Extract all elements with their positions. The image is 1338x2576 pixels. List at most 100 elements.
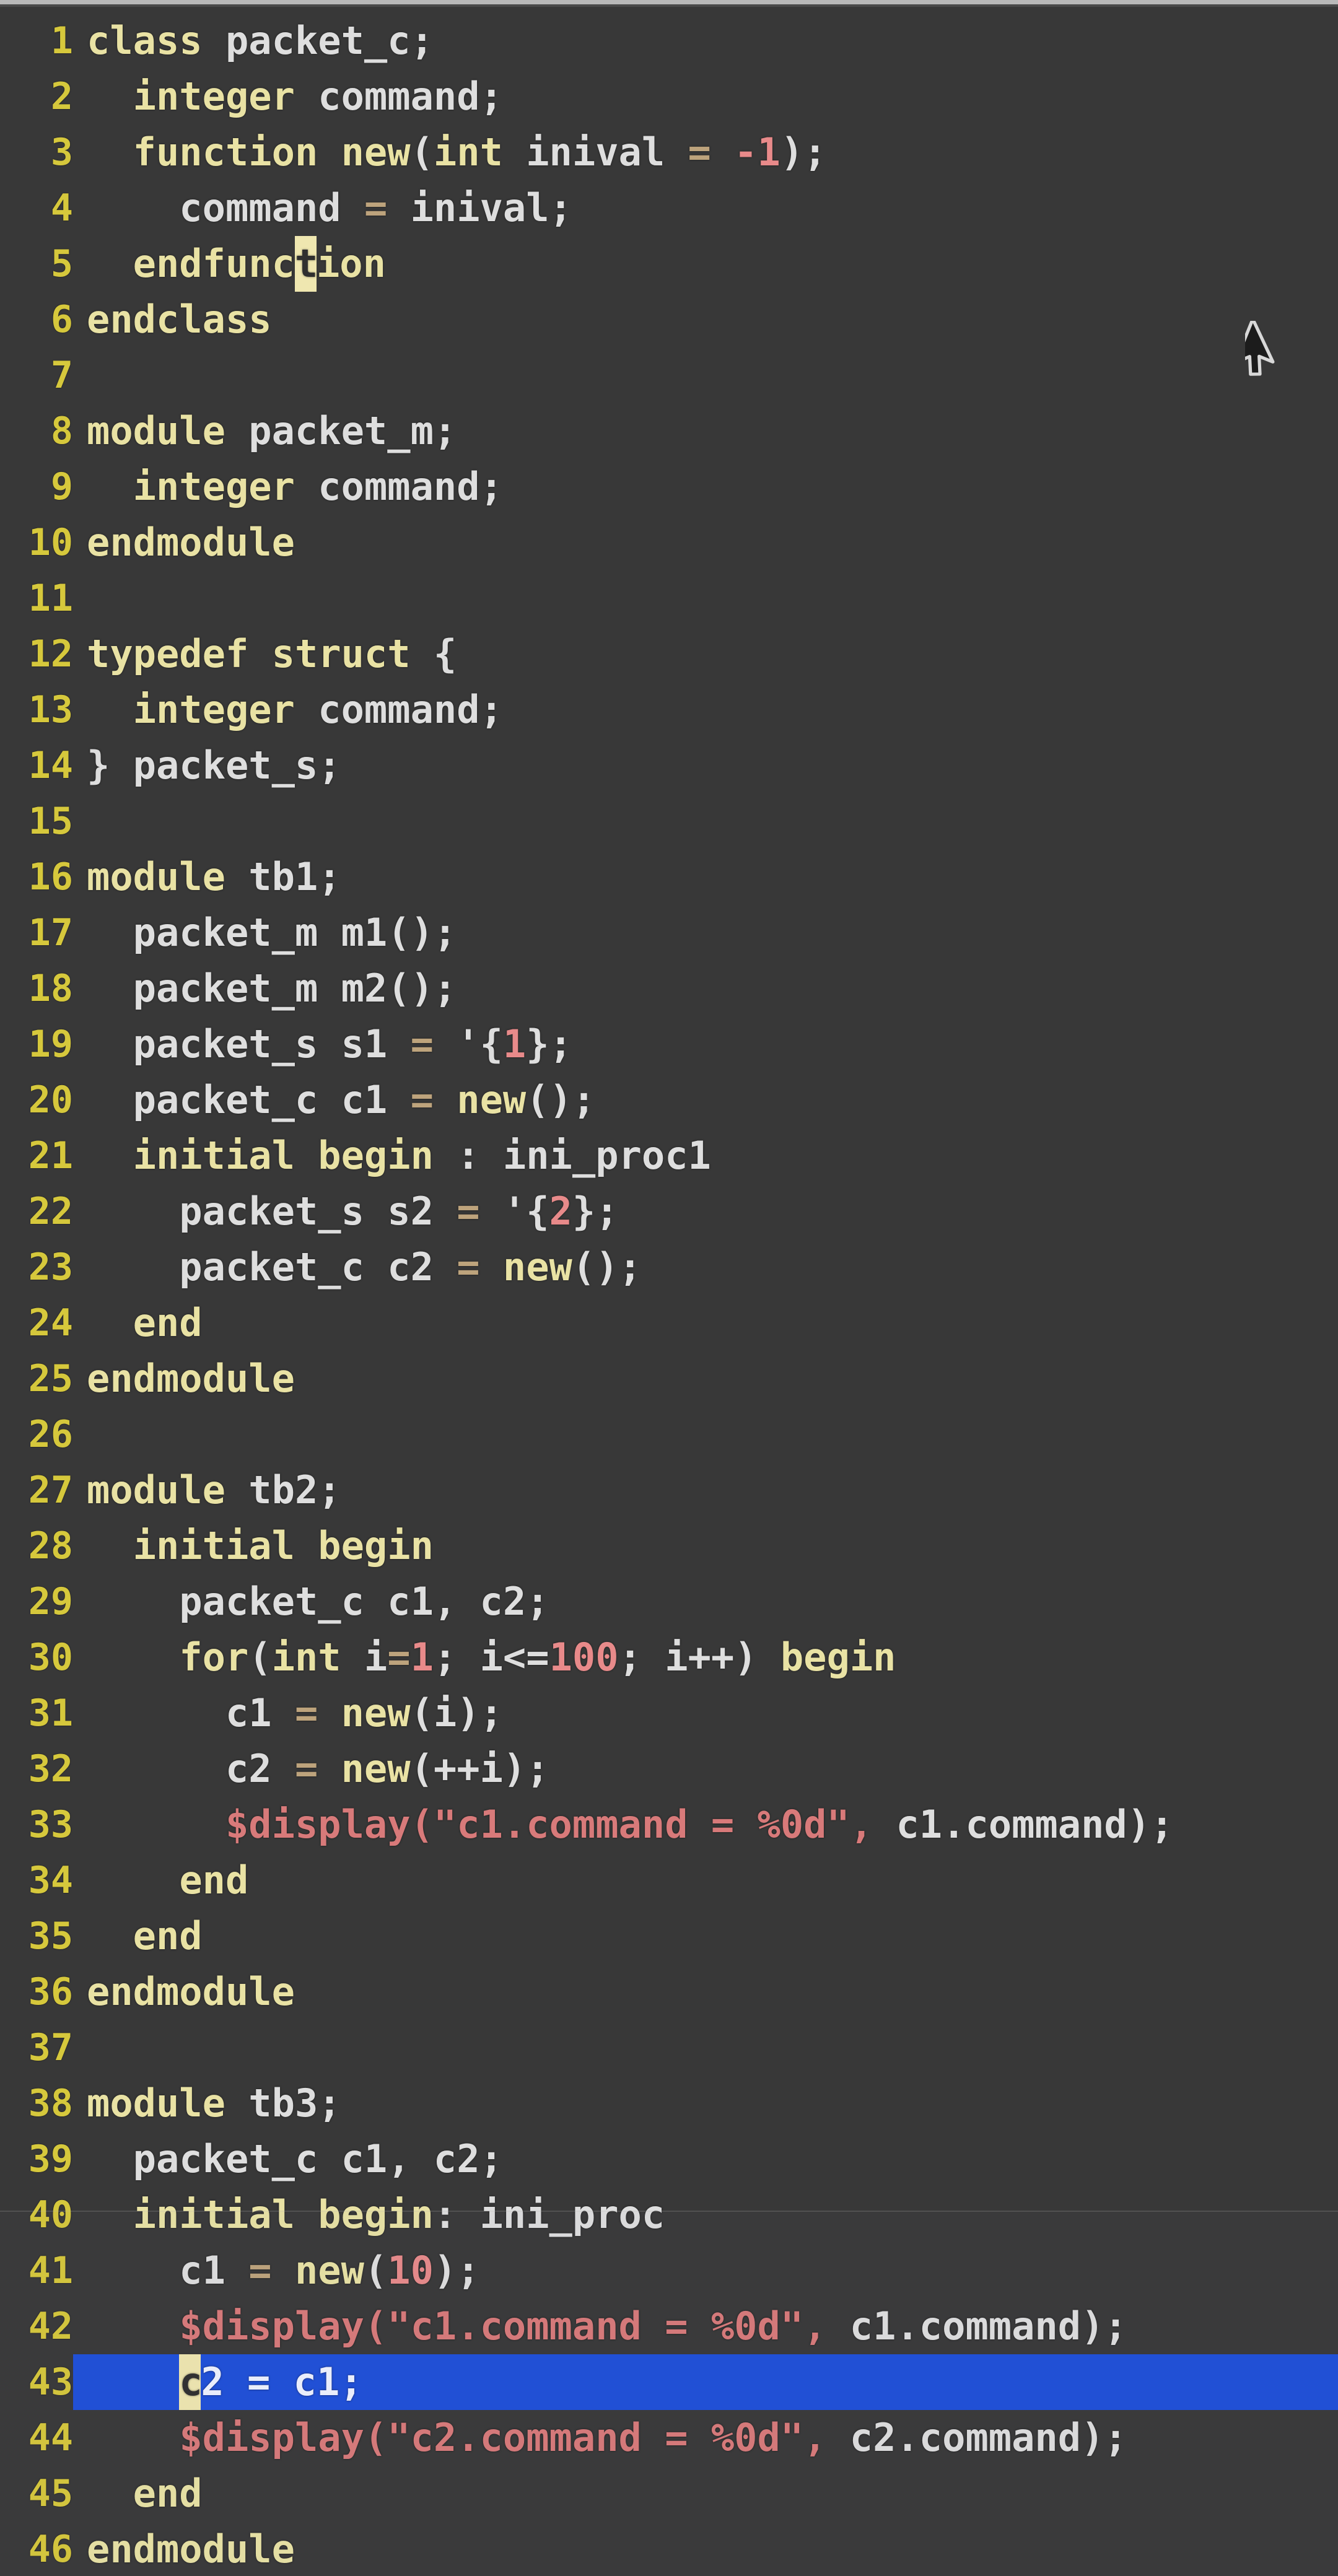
code-line[interactable]: 13 integer command; bbox=[0, 682, 1338, 738]
code-line-text[interactable]: typedef struct { bbox=[87, 626, 457, 682]
code-line-text[interactable]: end bbox=[87, 2466, 203, 2521]
code-token: module bbox=[87, 854, 225, 899]
code-line[interactable]: 36 endmodule bbox=[0, 1964, 1338, 2020]
code-line-text[interactable]: endfunction bbox=[87, 236, 386, 292]
code-line-text[interactable]: endmodule bbox=[87, 1351, 295, 1407]
code-line[interactable]: 23 packet_c c2 = new(); bbox=[0, 1239, 1338, 1295]
code-line-text[interactable]: endmodule bbox=[87, 515, 295, 570]
code-line[interactable]: 42 $display("c1.command = %0d", c1.comma… bbox=[0, 2299, 1338, 2354]
code-line[interactable]: 43 c2 = c1; bbox=[0, 2354, 1338, 2410]
code-token: command; bbox=[294, 687, 503, 732]
code-line-text[interactable]: initial begin : ini_proc1 bbox=[87, 1128, 711, 1184]
code-token: { bbox=[410, 631, 457, 676]
text-caret: c bbox=[179, 2354, 203, 2410]
code-line[interactable]: 22 packet_s s2 = '{2}; bbox=[0, 1184, 1338, 1239]
code-line[interactable]: 31 c1 = new(i); bbox=[0, 1685, 1338, 1741]
code-line[interactable]: 17 packet_m m1(); bbox=[0, 905, 1338, 961]
code-line-text[interactable]: packet_c c1 = new(); bbox=[87, 1072, 596, 1128]
code-line[interactable]: 1 class packet_c; bbox=[0, 13, 1338, 69]
code-line[interactable]: 38 module tb3; bbox=[0, 2076, 1338, 2131]
code-line[interactable]: 46 endmodule bbox=[0, 2521, 1338, 2576]
code-token: = bbox=[457, 1244, 480, 1290]
code-line[interactable]: 29 packet_c c1, c2; bbox=[0, 1574, 1338, 1630]
code-line[interactable]: 25 endmodule bbox=[0, 1351, 1338, 1407]
code-line-text[interactable]: endmodule bbox=[87, 1964, 295, 2020]
code-line-text[interactable]: packet_c c1, c2; bbox=[87, 1574, 549, 1630]
code-line[interactable]: 16 module tb1; bbox=[0, 849, 1338, 905]
code-line-text[interactable]: end bbox=[87, 1853, 248, 1908]
code-line[interactable]: 15 bbox=[0, 793, 1338, 849]
code-line-text[interactable]: module packet_m; bbox=[87, 403, 457, 459]
code-line[interactable]: 28 initial begin bbox=[0, 1518, 1338, 1574]
code-line-text[interactable]: endclass bbox=[87, 292, 272, 347]
code-line-text[interactable]: class packet_c; bbox=[87, 13, 434, 69]
code-line-text[interactable]: for(int i=1; i<=100; i++) begin bbox=[87, 1630, 896, 1685]
code-line-text[interactable]: c1 = new(i); bbox=[87, 1685, 503, 1741]
code-line[interactable]: 2 integer command; bbox=[0, 69, 1338, 124]
code-line[interactable]: 12 typedef struct { bbox=[0, 626, 1338, 682]
code-line-text[interactable]: packet_s s1 = '{1}; bbox=[87, 1016, 572, 1072]
code-token: '{ bbox=[479, 1189, 549, 1234]
code-line-text[interactable]: end bbox=[87, 1908, 203, 1964]
code-line[interactable]: 24 end bbox=[0, 1295, 1338, 1351]
code-line-text[interactable]: integer command; bbox=[87, 682, 503, 738]
code-line-text[interactable]: packet_s s2 = '{2}; bbox=[87, 1184, 618, 1239]
code-token: command bbox=[87, 185, 364, 230]
code-line[interactable]: 44 $display("c2.command = %0d", c2.comma… bbox=[0, 2410, 1338, 2466]
code-line-text[interactable]: initial begin: ini_proc bbox=[87, 2187, 665, 2243]
code-line[interactable]: 27 module tb2; bbox=[0, 1462, 1338, 1518]
code-line[interactable]: 41 c1 = new(10); bbox=[0, 2243, 1338, 2299]
code-line[interactable]: 5 endfunction bbox=[0, 236, 1338, 292]
code-line[interactable]: 8 module packet_m; bbox=[0, 403, 1338, 459]
code-line-text[interactable]: module tb1; bbox=[87, 849, 341, 905]
line-number: 21 bbox=[28, 1134, 73, 1177]
code-line[interactable]: 30 for(int i=1; i<=100; i++) begin bbox=[0, 1630, 1338, 1685]
code-line-text[interactable]: module tb2; bbox=[87, 1462, 341, 1518]
code-line[interactable]: 32 c2 = new(++i); bbox=[0, 1741, 1338, 1797]
code-line[interactable]: 45 end bbox=[0, 2466, 1338, 2521]
code-line-text[interactable]: } packet_s; bbox=[87, 738, 341, 793]
code-line[interactable]: 6 endclass bbox=[0, 292, 1338, 347]
code-line[interactable]: 14} packet_s; bbox=[0, 738, 1338, 793]
code-line[interactable]: 7 bbox=[0, 347, 1338, 403]
code-line[interactable]: 35 end bbox=[0, 1908, 1338, 1964]
code-line-text[interactable]: end bbox=[87, 1295, 203, 1351]
code-line-text[interactable]: packet_m m1(); bbox=[87, 905, 457, 961]
code-line[interactable]: 21 initial begin : ini_proc1 bbox=[0, 1128, 1338, 1184]
code-line[interactable]: 10 endmodule bbox=[0, 515, 1338, 570]
code-line[interactable]: 9 integer command; bbox=[0, 459, 1338, 515]
code-line[interactable]: 18 packet_m m2(); bbox=[0, 961, 1338, 1016]
code-line-text[interactable]: endmodule bbox=[87, 2521, 295, 2576]
code-line[interactable]: 19 packet_s s1 = '{1}; bbox=[0, 1016, 1338, 1072]
code-line-text[interactable]: $display("c1.command = %0d", c1.command)… bbox=[87, 1797, 1173, 1853]
code-line-text[interactable]: initial begin bbox=[87, 1518, 434, 1574]
code-line-text[interactable]: packet_m m2(); bbox=[87, 961, 457, 1016]
code-token: typedef struct bbox=[87, 631, 411, 676]
code-editor-pane[interactable]: 1 class packet_c; 2 integer command; 3 func… bbox=[0, 7, 1338, 2576]
code-line[interactable]: 39 packet_c c1, c2; bbox=[0, 2131, 1338, 2187]
code-line-text[interactable]: c2 = new(++i); bbox=[87, 1741, 549, 1797]
code-line[interactable]: 26 bbox=[0, 1407, 1338, 1462]
code-line[interactable]: 20 packet_c c1 = new(); bbox=[0, 1072, 1338, 1128]
code-line-text[interactable]: function new(int inival = -1); bbox=[87, 124, 827, 180]
code-line[interactable]: 33 $display("c1.command = %0d", c1.comma… bbox=[0, 1797, 1338, 1853]
code-line-text[interactable]: integer command; bbox=[87, 69, 503, 124]
code-line[interactable]: 11 bbox=[0, 570, 1338, 626]
code-line-text[interactable]: module tb3; bbox=[87, 2076, 341, 2131]
code-line-text[interactable]: packet_c c2 = new(); bbox=[87, 1239, 642, 1295]
code-line[interactable]: 34 end bbox=[0, 1853, 1338, 1908]
code-line-text[interactable]: c1 = new(10); bbox=[87, 2243, 479, 2299]
code-line[interactable]: 4 command = inival; bbox=[0, 180, 1338, 236]
code-line-text[interactable]: integer command; bbox=[87, 459, 503, 515]
code-line-text[interactable]: c2 = c1; bbox=[87, 2354, 363, 2410]
code-line[interactable]: 37 bbox=[0, 2020, 1338, 2076]
code-line-text[interactable]: $display("c1.command = %0d", c1.command)… bbox=[87, 2299, 1127, 2354]
code-line-text[interactable]: command = inival; bbox=[87, 180, 572, 236]
code-line[interactable]: 40 initial begin: ini_proc bbox=[0, 2187, 1338, 2243]
code-line-text[interactable]: packet_c c1, c2; bbox=[87, 2131, 503, 2187]
line-number: 8 bbox=[50, 409, 73, 453]
code-line-text[interactable]: $display("c2.command = %0d", c2.command)… bbox=[87, 2410, 1127, 2466]
code-line[interactable]: 3 function new(int inival = -1); bbox=[0, 124, 1338, 180]
